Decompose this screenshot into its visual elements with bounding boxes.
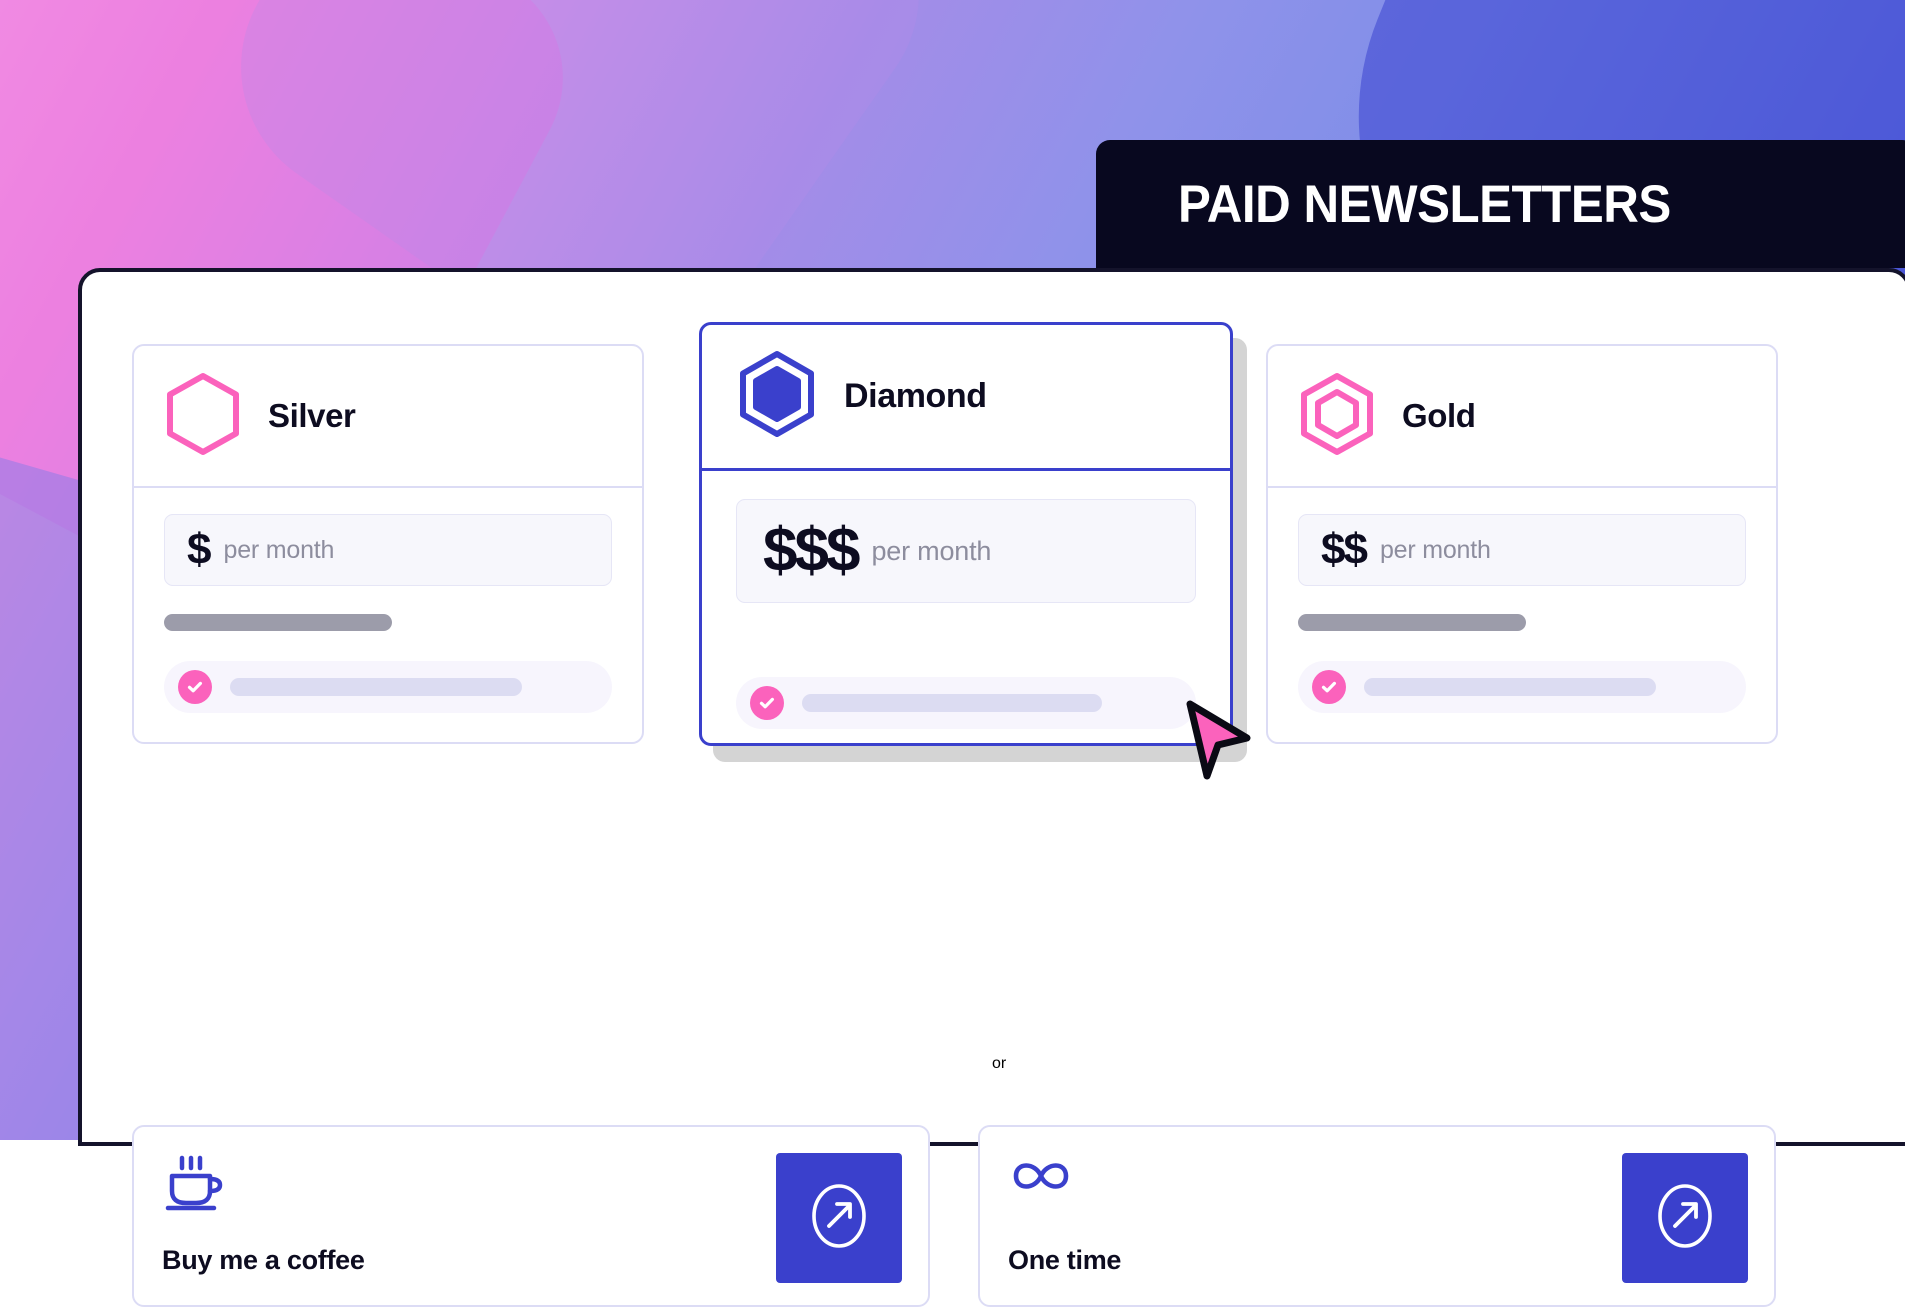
description-placeholder-bar — [1298, 614, 1526, 631]
feature-row — [736, 677, 1196, 729]
extra-options: Buy me a coffee One time — [132, 1125, 1849, 1307]
feature-row — [1298, 661, 1746, 713]
arrow-up-right-circle-icon — [1652, 1181, 1718, 1256]
arrow-up-right-circle-icon — [806, 1181, 872, 1256]
price-period: per month — [223, 536, 334, 565]
infinity-icon — [1008, 1153, 1074, 1204]
tier-name: Diamond — [844, 377, 987, 416]
hexagon-filled-icon — [736, 349, 818, 444]
check-circle-icon — [1312, 670, 1346, 704]
feature-placeholder-bar — [802, 694, 1102, 712]
or-divider: or — [992, 1055, 1006, 1073]
coffee-cup-icon — [162, 1153, 224, 1220]
price-period: per month — [871, 536, 991, 567]
check-circle-icon — [178, 670, 212, 704]
extra-card-buy-me-a-coffee[interactable]: Buy me a coffee — [132, 1125, 930, 1307]
price-box: $$ per month — [1298, 514, 1746, 586]
description-placeholder-bar — [164, 614, 392, 631]
feature-placeholder-bar — [1364, 678, 1656, 696]
tier-card-diamond[interactable]: Diamond $$$ per month — [699, 322, 1233, 746]
price-box: $$$ per month — [736, 499, 1196, 603]
or-label: or — [992, 1055, 1006, 1072]
tier-header: Silver — [134, 346, 642, 488]
page-title: PAID NEWSLETTERS — [1178, 174, 1671, 235]
extra-label: Buy me a coffee — [162, 1245, 365, 1276]
price-amount: $$$ — [763, 520, 857, 582]
tier-card-silver[interactable]: Silver $ per month — [132, 344, 644, 744]
feature-row — [164, 661, 612, 713]
price-period: per month — [1380, 536, 1491, 565]
hexagon-double-outline-icon — [1298, 371, 1376, 462]
price-amount: $ — [187, 528, 209, 572]
tier-body: $ per month — [134, 488, 642, 713]
tier-name: Silver — [268, 397, 356, 435]
tier-name: Gold — [1402, 397, 1476, 435]
tier-header: Diamond — [702, 325, 1230, 471]
feature-placeholder-bar — [230, 678, 522, 696]
tier-card-gold[interactable]: Gold $$ per month — [1266, 344, 1778, 744]
price-box: $ per month — [164, 514, 612, 586]
extra-card-one-time[interactable]: One time — [978, 1125, 1776, 1307]
extra-action-button-coffee[interactable] — [776, 1153, 902, 1283]
tier-list: Silver $ per month — [132, 322, 1849, 722]
hexagon-outline-icon — [164, 371, 242, 462]
tier-body: $$ per month — [1268, 488, 1776, 713]
extra-label: One time — [1008, 1245, 1121, 1276]
content-panel: Silver $ per month — [78, 268, 1905, 1146]
extra-action-button-one-time[interactable] — [1622, 1153, 1748, 1283]
price-amount: $$ — [1321, 528, 1366, 572]
tier-body: $$$ per month — [702, 471, 1230, 729]
tier-header: Gold — [1268, 346, 1776, 488]
check-circle-icon — [750, 686, 784, 720]
header-banner: PAID NEWSLETTERS — [1096, 140, 1905, 268]
